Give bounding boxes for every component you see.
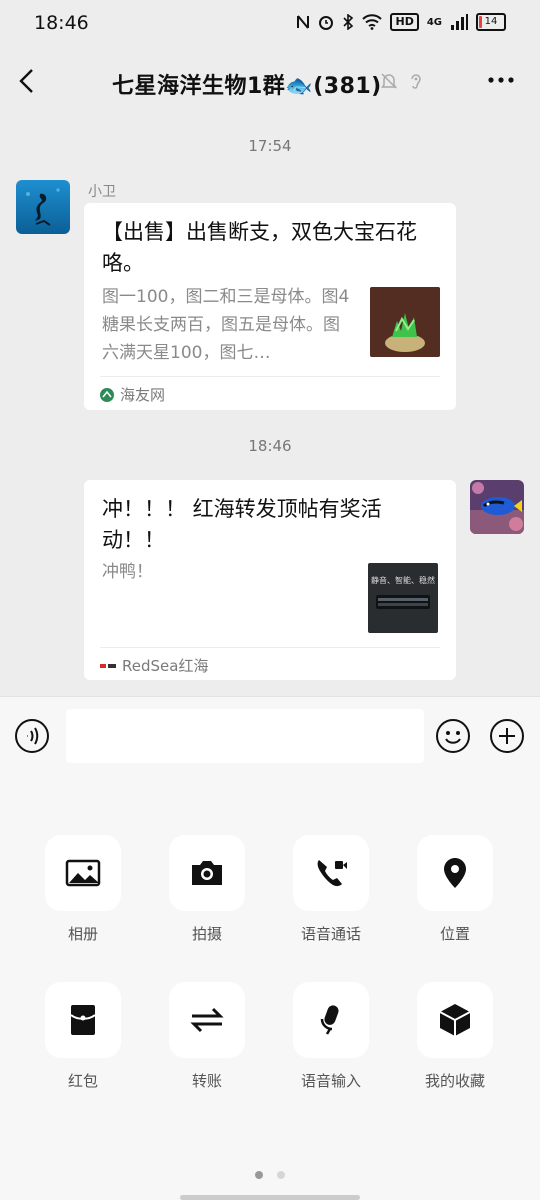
link-card-incoming[interactable]: 【出售】出售断支，双色大宝石花咯。 图一100，图二和三是母体。图4糖果长支两百… [84, 203, 456, 410]
fn-red-packet[interactable]: 红包 [33, 982, 133, 1091]
fn-camera[interactable]: 拍摄 [157, 835, 257, 944]
plus-icon[interactable] [490, 719, 524, 753]
favorites-icon [439, 1004, 471, 1036]
chat-header: 七星海洋生物1群🐟(381) [0, 46, 540, 116]
wifi-icon [362, 14, 383, 30]
fn-label: 拍摄 [191, 925, 222, 943]
status-icons: HD 4G 14 [296, 13, 506, 31]
voice-toggle-icon[interactable] [15, 719, 49, 753]
status-time: 18:46 [34, 12, 89, 34]
fn-transfer[interactable]: 转账 [157, 982, 257, 1091]
nfc-icon [297, 15, 310, 29]
mute-bell-icon [381, 73, 397, 89]
my-avatar[interactable] [470, 480, 524, 534]
card-thumbnail [370, 287, 440, 357]
fish-avatar-image [470, 480, 524, 534]
redsea-product-thumbnail-image: 静音、智能、稳然 [368, 563, 438, 633]
earpiece-icon [411, 74, 421, 89]
fn-tile[interactable] [45, 835, 121, 911]
fn-label: 红包 [67, 1072, 98, 1090]
thumb-text: 静音、智能、稳然 [371, 575, 435, 585]
more-options-icon[interactable] [486, 70, 516, 90]
coral-thumbnail-image [370, 287, 440, 357]
card-separator [100, 376, 440, 377]
fn-tile[interactable] [293, 982, 369, 1058]
status-bar: 18:46 HD 4G 14 [0, 0, 540, 46]
diver-avatar-image [16, 180, 70, 234]
card-title: 冲！！！ 红海转发顶帖有奖活动！！ [102, 497, 382, 552]
fn-voice-input[interactable]: 语音输入 [281, 982, 381, 1091]
hd-badge: HD [390, 13, 419, 31]
emoji-icon[interactable] [436, 719, 470, 753]
card-title: 【出售】出售断支，双色大宝石花咯。 [102, 220, 417, 275]
sender-avatar[interactable] [16, 180, 70, 234]
input-bar [0, 696, 540, 776]
red-packet-icon [70, 1005, 96, 1035]
card-thumbnail: 静音、智能、稳然 [368, 563, 438, 633]
voice-input-icon [320, 1005, 339, 1035]
fn-label: 相册 [67, 925, 98, 943]
haiyou-logo-icon [100, 387, 114, 402]
fn-tile[interactable] [417, 835, 493, 911]
card-description: 冲鸭！ [102, 562, 153, 582]
card-source-name: RedSea红海 [122, 657, 209, 675]
battery-indicator: 14 [476, 13, 506, 31]
album-icon [65, 859, 101, 887]
redsea-logo-icon [100, 660, 116, 671]
fn-label: 转账 [191, 1072, 222, 1090]
camera-icon [192, 861, 222, 885]
fn-tile[interactable] [45, 982, 121, 1058]
fn-voice-call[interactable]: 语音通话 [281, 835, 381, 944]
time-divider: 17:54 [248, 137, 292, 155]
chat-status-icons [380, 72, 424, 90]
voice-call-icon [317, 860, 347, 887]
fn-label: 位置 [439, 925, 470, 943]
fn-album[interactable]: 相册 [33, 835, 133, 944]
card-source: 海友网 [100, 384, 165, 405]
back-arrow-icon[interactable] [16, 66, 40, 96]
battery-fill [479, 16, 483, 28]
location-icon [444, 858, 466, 888]
signal-icon [451, 14, 468, 30]
time-divider: 18:46 [248, 437, 292, 455]
home-indicator[interactable] [180, 1195, 360, 1200]
sender-name: 小卫 [88, 184, 116, 200]
fn-tile[interactable] [169, 835, 245, 911]
fn-label: 我的收藏 [424, 1072, 485, 1090]
page-dot[interactable] [255, 1171, 263, 1179]
fn-location[interactable]: 位置 [405, 835, 505, 944]
card-description: 图一100，图二和三是母体。图4糖果长支两百，图五是母体。图六满天星100，图七… [102, 287, 350, 363]
fn-tile[interactable] [169, 982, 245, 1058]
card-separator [100, 647, 440, 648]
alarm-icon [319, 16, 334, 30]
page-indicator [255, 1171, 285, 1179]
card-source: RedSea红海 [100, 655, 208, 676]
message-input[interactable] [66, 709, 424, 763]
page-dot[interactable] [277, 1171, 285, 1179]
fn-tile[interactable] [417, 982, 493, 1058]
link-card-outgoing[interactable]: 冲！！！ 红海转发顶帖有奖活动！！ 冲鸭！ 静音、智能、稳然 RedSea红海 [84, 480, 456, 680]
card-source-name: 海友网 [120, 386, 166, 404]
fn-label: 语音输入 [300, 1072, 361, 1090]
network-type: 4G [426, 16, 442, 28]
chat-title: 七星海洋生物1群🐟(381) [112, 74, 382, 99]
fn-tile[interactable] [293, 835, 369, 911]
battery-level: 14 [484, 16, 498, 27]
fn-label: 语音通话 [300, 925, 361, 943]
fn-favorites[interactable]: 我的收藏 [405, 982, 505, 1091]
more-functions-panel: 相册 拍摄 语音通话 位置 红包 转账 语音输入 我的收藏 [0, 775, 540, 1200]
bluetooth-icon [343, 14, 354, 30]
transfer-icon [190, 1007, 224, 1033]
